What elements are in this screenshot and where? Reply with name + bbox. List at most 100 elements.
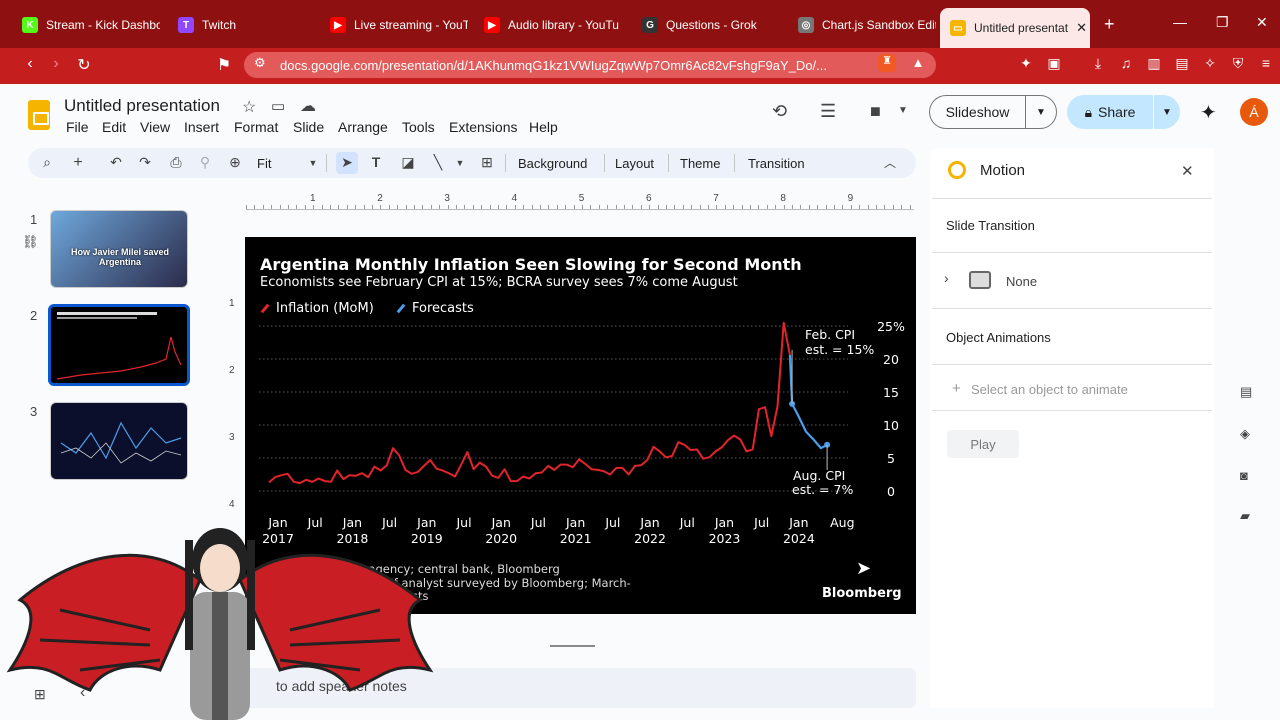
- menu-help[interactable]: Help: [529, 119, 558, 135]
- close-panel-icon[interactable]: ✕: [1181, 162, 1194, 180]
- zoom-icon[interactable]: ⊕: [225, 154, 245, 171]
- browser-tab[interactable]: K Stream - Kick Dashbo: [12, 9, 160, 41]
- menu-tools[interactable]: Tools: [402, 119, 435, 135]
- browser-tab[interactable]: G Questions - Grok: [632, 9, 780, 41]
- maximize-icon[interactable]: ❐: [1216, 14, 1229, 31]
- search-menus-icon[interactable]: ⌕: [37, 154, 57, 171]
- url-text: docs.google.com/presentation/d/1AKhunmqG…: [280, 57, 827, 73]
- line-icon[interactable]: ╲: [428, 154, 448, 171]
- horizontal-ruler[interactable]: 1 2 3 4 5 6 7 8 9: [246, 193, 914, 210]
- screenshot-icon[interactable]: ▣: [1042, 55, 1066, 72]
- vertical-ruler[interactable]: 1 2 3 4: [229, 210, 243, 522]
- collapse-toolbar-icon[interactable]: ︿: [880, 154, 900, 171]
- menu-slide[interactable]: Slide: [293, 119, 324, 135]
- menu-arrange[interactable]: Arrange: [338, 119, 388, 135]
- browser-tab[interactable]: ▶ Live streaming - YouT: [320, 9, 468, 41]
- x-tick-label: Jul: [753, 515, 769, 530]
- menu-insert[interactable]: Insert: [184, 119, 219, 135]
- browser-tab[interactable]: ▭ Untitled presentat ✕: [940, 8, 1090, 48]
- image-icon[interactable]: ◪: [398, 154, 418, 171]
- slide-thumbnail-3[interactable]: [50, 402, 188, 480]
- back-icon[interactable]: ‹: [18, 55, 42, 73]
- brave-rewards-icon[interactable]: ▲: [906, 55, 930, 70]
- undo-icon[interactable]: ↶: [106, 154, 126, 171]
- menu-edit[interactable]: Edit: [102, 119, 126, 135]
- site-info-icon[interactable]: ⚙: [254, 55, 266, 71]
- zoom-dropdown-icon[interactable]: ▼: [303, 158, 323, 168]
- slide-thumbnail-1[interactable]: How Javier Milei saved Argentina: [50, 210, 188, 288]
- tab-title: Audio library - YouTu: [508, 18, 619, 32]
- theme-button[interactable]: Theme: [680, 156, 720, 171]
- reload-icon[interactable]: ↻: [72, 55, 96, 75]
- download-icon[interactable]: ⤓: [1086, 55, 1110, 72]
- star-icon[interactable]: ☆: [242, 97, 256, 117]
- tasks-icon[interactable]: ◈: [1240, 426, 1250, 442]
- menu-extensions[interactable]: Extensions: [449, 119, 517, 135]
- menu-format[interactable]: Format: [234, 119, 278, 135]
- text-box-icon[interactable]: T: [366, 154, 386, 170]
- expand-chevron-icon[interactable]: ›: [944, 270, 949, 286]
- link-icon[interactable]: ⛓: [22, 234, 39, 250]
- bookmark-icon[interactable]: ⚑: [212, 55, 236, 75]
- ruler-tick: [615, 205, 617, 209]
- print-icon[interactable]: ⎙: [166, 154, 186, 171]
- account-avatar[interactable]: Á: [1240, 98, 1268, 126]
- ruler-tick: [733, 205, 735, 209]
- y-tick-label: 5: [887, 451, 895, 466]
- x-tick-label: Jan: [788, 515, 808, 530]
- select-object-prompt[interactable]: Select an object to animate: [971, 382, 1128, 397]
- music-icon[interactable]: ♫: [1114, 55, 1138, 71]
- meet-dropdown-icon[interactable]: ▼: [898, 105, 908, 116]
- slides-logo-icon[interactable]: [28, 100, 50, 130]
- transition-type[interactable]: None: [1006, 274, 1037, 289]
- transition-button[interactable]: Transition: [748, 156, 805, 171]
- zoom-select[interactable]: Fit: [257, 156, 271, 171]
- tab-close-icon[interactable]: ✕: [1076, 20, 1087, 36]
- thumbnail-chart: [56, 312, 182, 380]
- address-bar[interactable]: docs.google.com/presentation/d/1AKhunmqG…: [244, 52, 936, 78]
- sidebar-icon[interactable]: ▥: [1142, 55, 1166, 72]
- meet-icon[interactable]: ■: [870, 101, 881, 122]
- browser-menu-icon[interactable]: ≡: [1254, 55, 1278, 71]
- browser-tab[interactable]: T Twitch: [168, 9, 316, 41]
- comments-icon[interactable]: ☰: [820, 101, 836, 122]
- background-button[interactable]: Background: [518, 156, 587, 171]
- share-button[interactable]: 🔒︎ Share: [1067, 95, 1153, 129]
- comment-add-icon[interactable]: ⊞: [477, 154, 497, 171]
- play-button[interactable]: Play: [947, 430, 1019, 458]
- version-history-icon[interactable]: ⟲: [772, 101, 787, 122]
- move-folder-icon[interactable]: ▭: [271, 97, 285, 115]
- brave-shield-icon[interactable]: ♜: [878, 54, 896, 72]
- redo-icon[interactable]: ↷: [135, 154, 155, 171]
- line-dropdown-icon[interactable]: ▼: [450, 158, 470, 168]
- notes-resize-handle[interactable]: [550, 645, 595, 647]
- contacts-icon[interactable]: ◙: [1240, 468, 1248, 483]
- menu-view[interactable]: View: [140, 119, 170, 135]
- browser-tab[interactable]: ▶ Audio library - YouTu: [474, 9, 622, 41]
- new-tab-icon[interactable]: +: [1104, 14, 1115, 35]
- add-animation-icon[interactable]: +: [952, 380, 961, 397]
- new-slide-icon[interactable]: +: [68, 154, 88, 172]
- cloud-status-icon[interactable]: ☁: [300, 96, 316, 116]
- keep-icon[interactable]: ▤: [1240, 384, 1252, 400]
- layout-button[interactable]: Layout: [615, 156, 654, 171]
- ruler-label: 1: [310, 193, 316, 204]
- document-title[interactable]: Untitled presentation: [64, 96, 220, 116]
- gemini-icon[interactable]: ✦: [1200, 100, 1217, 125]
- slide-thumbnail-2[interactable]: [48, 304, 190, 386]
- leo-ai-icon[interactable]: ✧: [1198, 55, 1222, 72]
- slideshow-button[interactable]: Slideshow: [929, 95, 1025, 129]
- drive-icon[interactable]: ▰: [1240, 508, 1250, 524]
- forward-icon[interactable]: ›: [44, 55, 68, 73]
- ruler-tick: [808, 205, 810, 209]
- ruler-tick: [640, 205, 642, 209]
- menu-file[interactable]: File: [66, 119, 89, 135]
- vpn-icon[interactable]: ⛨: [1226, 55, 1250, 72]
- close-window-icon[interactable]: ✕: [1256, 14, 1268, 31]
- wallet-icon[interactable]: ▤: [1170, 55, 1194, 72]
- select-cursor-icon[interactable]: ➤: [337, 154, 357, 171]
- browser-tab[interactable]: ◎ Chart.js Sandbox Edit: [788, 9, 936, 41]
- paint-format-icon[interactable]: ⚲: [195, 154, 215, 171]
- minimize-icon[interactable]: —: [1173, 14, 1187, 30]
- extensions-icon[interactable]: ✦: [1014, 55, 1038, 72]
